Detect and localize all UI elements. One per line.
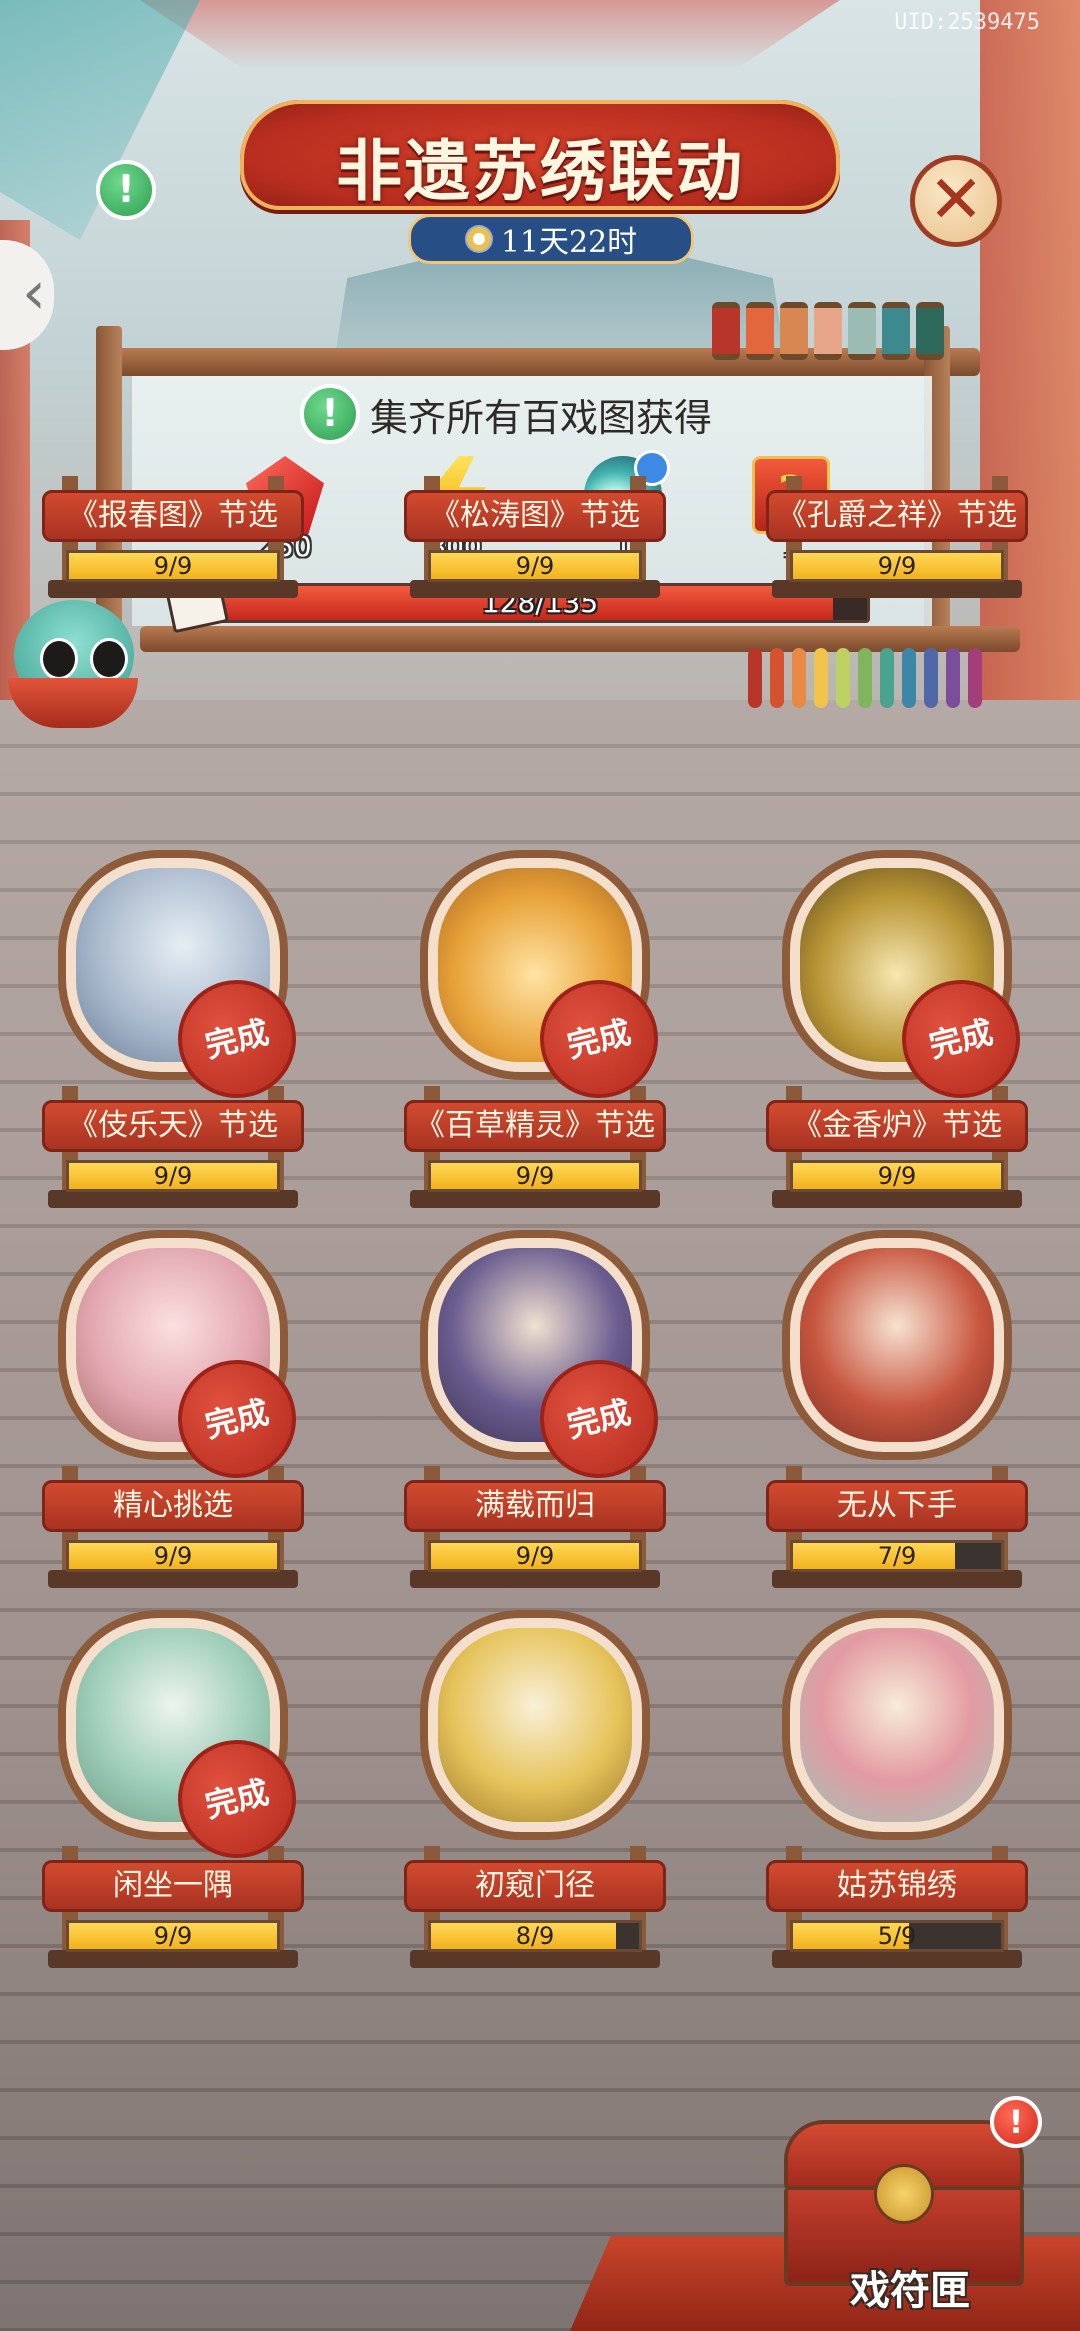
album-artwork [800, 1628, 994, 1822]
stand-base [410, 1570, 660, 1588]
close-button[interactable]: ✕ [910, 155, 1002, 247]
album-artwork [438, 1628, 632, 1822]
stand-base [772, 1570, 1022, 1588]
album-name: 《松涛图》节选 [404, 490, 666, 542]
album-progress-text: 9/9 [153, 1162, 193, 1190]
album-card[interactable]: 无从下手 7/9 [766, 1230, 1028, 1610]
album-progress-bar: 8/9 [428, 1920, 642, 1952]
stand-base [772, 1950, 1022, 1968]
album-artwork-frame [782, 1230, 1012, 1460]
info-alert-icon[interactable]: ! [300, 384, 360, 444]
album-progress-text: 9/9 [515, 552, 555, 580]
stand-base [48, 580, 298, 598]
stand-base [48, 1190, 298, 1208]
album-artwork [800, 1248, 994, 1442]
album-card[interactable]: 完成 闲坐一隅 9/9 [42, 1610, 309, 1990]
album-progress-bar: 5/9 [790, 1920, 1004, 1952]
skein-icon [836, 648, 850, 708]
page-title: 非遗苏绣联动 [336, 132, 744, 210]
album-progress-bar: 9/9 [66, 1920, 280, 1952]
skein-icon [880, 648, 894, 708]
spool-icon [712, 302, 740, 360]
album-name: 初窥门径 [404, 1860, 666, 1912]
album-card[interactable]: 完成 《百草精灵》节选 9/9 [404, 850, 671, 1230]
skein-icon [814, 648, 828, 708]
stand-base [410, 1950, 660, 1968]
album-progress-text: 9/9 [877, 1162, 917, 1190]
album-progress-bar: 9/9 [428, 550, 642, 582]
chest-alert-icon: ! [990, 2096, 1042, 2148]
album-card[interactable]: 完成 精心挑选 9/9 [42, 1230, 309, 1610]
album-progress-text: 9/9 [515, 1162, 555, 1190]
skein-icon [924, 648, 938, 708]
album-name: 《孔爵之祥》节选 [766, 490, 1028, 542]
album-progress-text: 9/9 [153, 1542, 193, 1570]
album-progress-text: 8/9 [515, 1922, 555, 1950]
skein-icon [770, 648, 784, 708]
info-alert-icon[interactable]: ! [96, 160, 156, 220]
stand-base [410, 1190, 660, 1208]
album-progress-bar: 9/9 [66, 1540, 280, 1572]
album-name: 无从下手 [766, 1480, 1028, 1532]
album-name: 闲坐一隅 [42, 1860, 304, 1912]
stand-base [772, 580, 1022, 598]
album-progress-bar: 7/9 [790, 1540, 1004, 1572]
album-artwork-frame [420, 1610, 650, 1840]
album-progress-bar: 9/9 [428, 1540, 642, 1572]
album-progress-text: 9/9 [153, 1922, 193, 1950]
album-card[interactable]: 《报春图》节选 9/9 [42, 240, 304, 620]
album-progress-text: 7/9 [877, 1542, 917, 1570]
album-card[interactable]: 初窥门径 8/9 [404, 1610, 666, 1990]
album-progress-text: 9/9 [515, 1542, 555, 1570]
spool-icon [746, 302, 774, 360]
skein-icon [946, 648, 960, 708]
album-name: 精心挑选 [42, 1480, 304, 1532]
skein-icon [748, 648, 762, 708]
red-drape-decoration [140, 0, 840, 70]
uid-label: UID:2539475 [894, 10, 1040, 35]
album-name: 《金香炉》节选 [766, 1100, 1028, 1152]
album-name: 《伎乐天》节选 [42, 1100, 304, 1152]
stand-base [48, 1950, 298, 1968]
stand-base [410, 580, 660, 598]
skein-icon [858, 648, 872, 708]
album-progress-bar: 9/9 [66, 550, 280, 582]
stand-base [48, 1570, 298, 1588]
skein-icon [902, 648, 916, 708]
album-name: 《报春图》节选 [42, 490, 304, 542]
stand-base [772, 1190, 1022, 1208]
album-card[interactable]: 《松涛图》节选 9/9 [404, 240, 666, 620]
skein-icon [792, 648, 806, 708]
album-card[interactable]: 完成 《伎乐天》节选 9/9 [42, 850, 309, 1230]
album-progress-text: 5/9 [877, 1922, 917, 1950]
album-progress-bar: 9/9 [428, 1160, 642, 1192]
album-card[interactable]: 完成 满载而归 9/9 [404, 1230, 671, 1610]
album-card[interactable]: 完成 《金香炉》节选 9/9 [766, 850, 1033, 1230]
album-card[interactable]: 姑苏锦绣 5/9 [766, 1610, 1028, 1990]
album-card[interactable]: 《孔爵之祥》节选 9/9 [766, 240, 1028, 620]
album-progress-text: 9/9 [877, 552, 917, 580]
cat-eye [90, 638, 128, 680]
chest-lock-icon [874, 2164, 934, 2224]
album-progress-text: 9/9 [153, 552, 193, 580]
album-name: 《百草精灵》节选 [404, 1100, 666, 1152]
basket-icon [8, 678, 138, 728]
album-progress-bar: 9/9 [66, 1160, 280, 1192]
album-artwork-frame [782, 1610, 1012, 1840]
skein-icon [968, 648, 982, 708]
album-name: 满载而归 [404, 1480, 666, 1532]
chest-label: 戏符匣 [850, 2267, 970, 2314]
album-progress-bar: 9/9 [790, 1160, 1004, 1192]
thread-skeins-decoration [748, 648, 982, 708]
album-name: 姑苏锦绣 [766, 1860, 1028, 1912]
album-progress-bar: 9/9 [790, 550, 1004, 582]
cat-eye [40, 638, 78, 680]
